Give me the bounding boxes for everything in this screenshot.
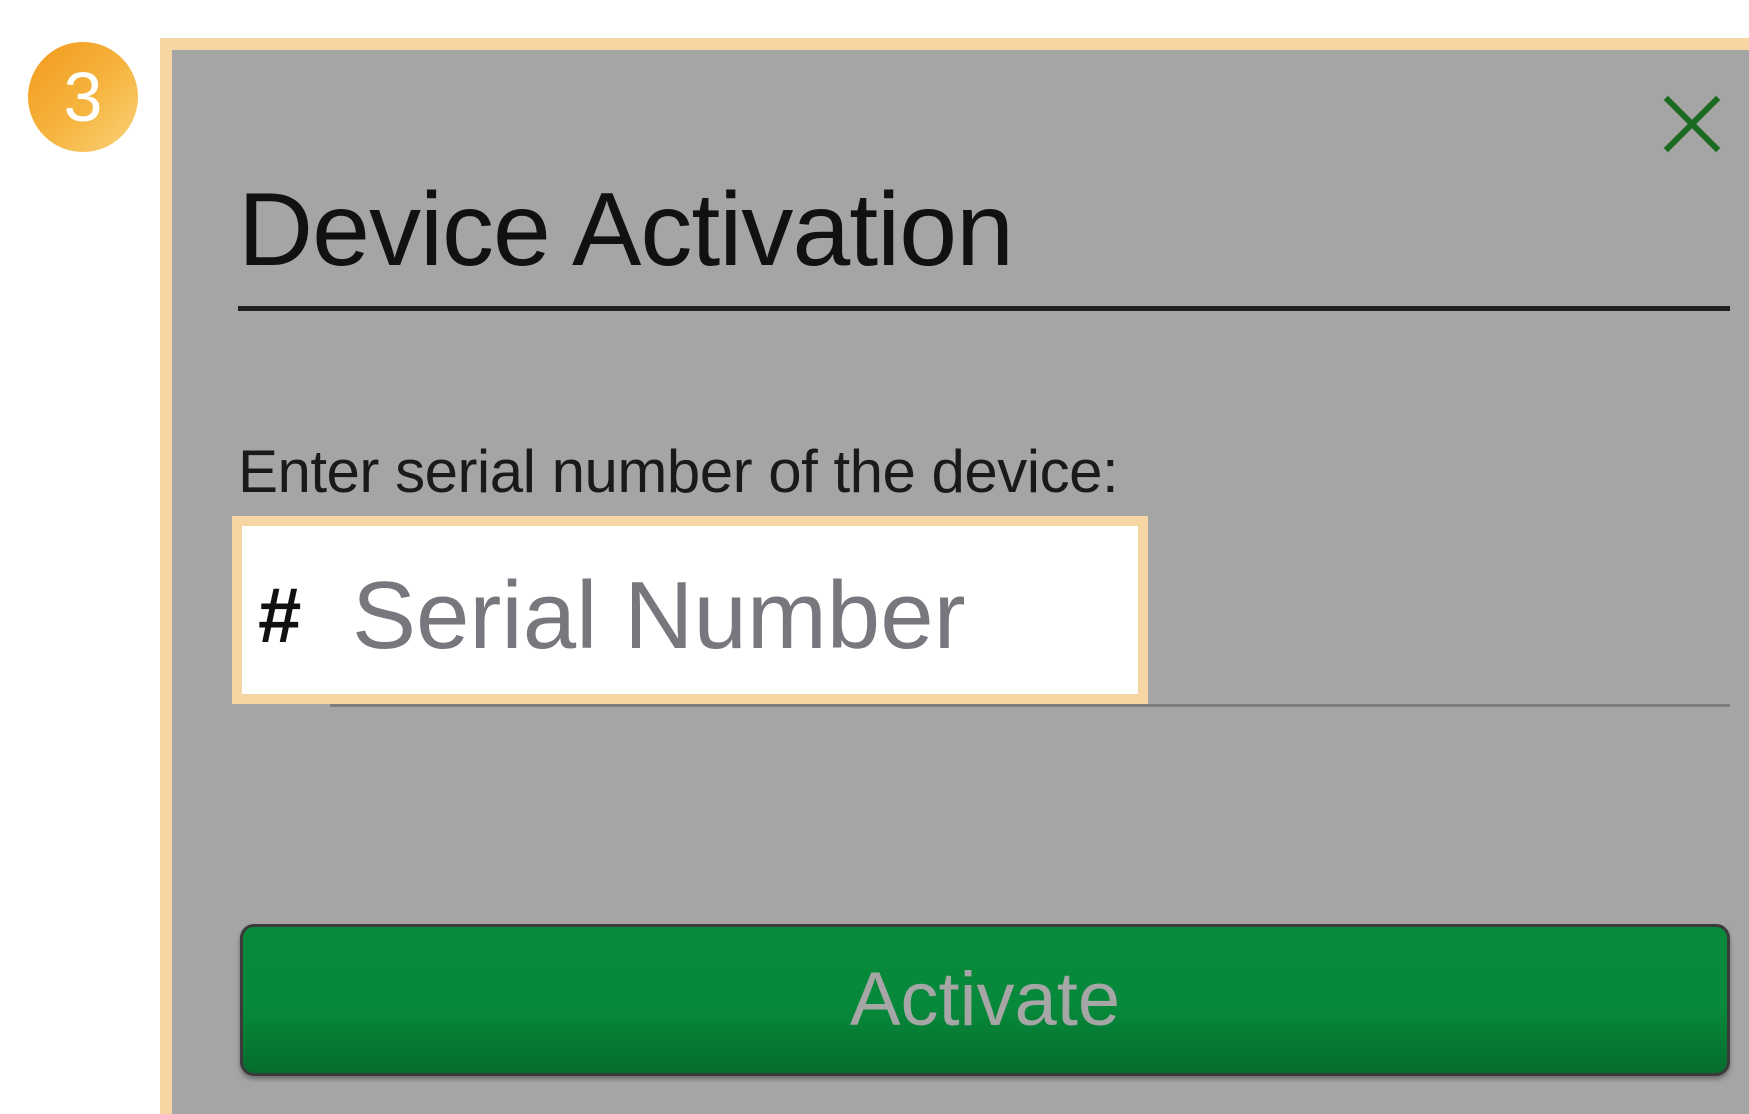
hash-icon: # <box>258 571 302 659</box>
activate-button[interactable]: Activate <box>240 924 1730 1076</box>
title-divider <box>238 306 1730 311</box>
serial-number-prompt: Enter serial number of the device: <box>238 438 1119 505</box>
step-number-badge: 3 <box>28 42 138 152</box>
page: 3 Device Activation Enter serial number … <box>0 0 1749 1114</box>
serial-number-placeholder: Serial Number <box>352 562 966 669</box>
device-activation-dialog: Device Activation Enter serial number of… <box>160 38 1749 1114</box>
serial-field-underline <box>330 704 1730 707</box>
close-icon[interactable] <box>1660 92 1724 156</box>
dialog-title: Device Activation <box>238 172 1014 288</box>
serial-number-input[interactable]: # Serial Number <box>232 516 1148 704</box>
